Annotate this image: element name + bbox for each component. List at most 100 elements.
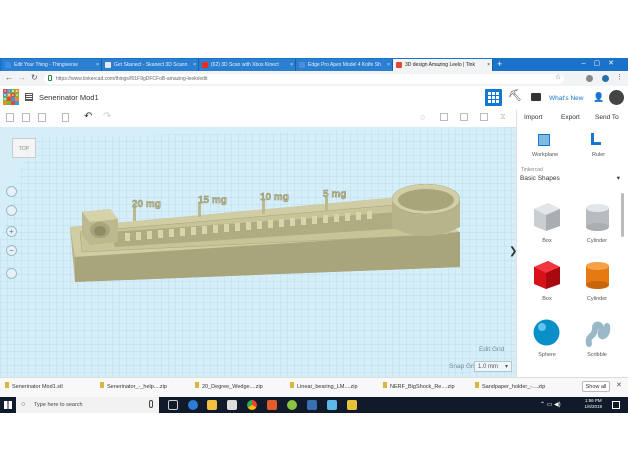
shape-scribble[interactable]	[581, 316, 614, 349]
profile-icon[interactable]	[602, 75, 609, 82]
edge-icon[interactable]	[188, 400, 198, 410]
workplane-tool-label: Workplane	[532, 152, 559, 158]
avatar[interactable]	[609, 90, 624, 105]
lightbulb-icon[interactable]: ○	[420, 112, 425, 122]
shape-box[interactable]	[530, 258, 563, 291]
address-bar[interactable]: https://www.tinkercad.com/things/f01F9gD…	[44, 74, 564, 84]
shape-sphere[interactable]	[530, 316, 563, 349]
new-tab-button[interactable]: +	[497, 58, 502, 70]
reload-icon[interactable]: ↻	[31, 73, 38, 82]
shape-box-hole[interactable]	[530, 200, 563, 233]
taskbar-search-input[interactable]: Type here to search	[16, 397, 159, 413]
design-list-icon[interactable]	[25, 93, 33, 101]
file-icon	[5, 382, 9, 388]
download-filename: Linear_bearing_LM....zip	[297, 384, 358, 390]
copy-icon[interactable]	[6, 113, 14, 122]
download-item[interactable]: Senerinator_-_help....zip	[100, 382, 167, 390]
app-icon[interactable]	[327, 400, 337, 410]
import-button[interactable]: Import	[524, 114, 542, 121]
chevron-down-icon: ▾	[616, 175, 620, 182]
whats-new-link[interactable]: What's New	[549, 95, 583, 102]
app-icon[interactable]	[287, 400, 297, 410]
duplicate-icon[interactable]	[38, 113, 46, 122]
workplane-3d-view: 20 mg 15 mg 10 mg 5 mg	[0, 127, 516, 377]
window-controls[interactable]: –▢✕	[582, 58, 622, 70]
browser-tab-active[interactable]: 3D design Amazing Leelo | Tink ×	[393, 59, 493, 71]
close-icon[interactable]: ×	[487, 59, 490, 71]
edit-grid-button[interactable]: Edit Grid	[479, 346, 504, 353]
browser-tab[interactable]: Get Skanect - Skanect 3D Scann ×	[102, 59, 199, 71]
download-item[interactable]: Sandpaper_holder_-....zip	[475, 382, 545, 390]
download-item[interactable]: Senerinator Mod1.stl	[5, 382, 63, 390]
undo-icon[interactable]: ↶	[84, 111, 92, 122]
home-view-icon[interactable]	[6, 186, 17, 197]
shape-cylinder[interactable]	[581, 258, 614, 291]
add-user-icon[interactable]: 👤	[593, 92, 604, 103]
perspective-icon[interactable]	[6, 268, 17, 279]
chrome-icon[interactable]	[247, 400, 257, 410]
briefcase-icon[interactable]	[531, 93, 541, 101]
download-filename: 20_Degree_Wedge....zip	[202, 384, 263, 390]
close-icon[interactable]: ×	[193, 59, 196, 71]
shape-cylinder-hole[interactable]	[581, 200, 614, 233]
library-category-select[interactable]: Basic Shapes ▾	[520, 173, 622, 185]
delete-icon[interactable]	[62, 113, 69, 122]
zoom-in-icon[interactable]: +	[6, 226, 17, 237]
file-icon	[100, 382, 104, 388]
forward-icon[interactable]: →	[18, 73, 26, 82]
mirror-icon[interactable]: ⧖	[500, 112, 506, 122]
app-icon[interactable]	[347, 400, 357, 410]
app-icon[interactable]	[267, 400, 277, 410]
workplane-canvas[interactable]: 20 mg 15 mg 10 mg 5 mg	[0, 127, 516, 377]
extension-icon[interactable]	[586, 75, 593, 82]
system-tray-icons[interactable]: ⌃ ▭ ◀)	[540, 401, 561, 408]
file-explorer-icon[interactable]	[207, 400, 217, 410]
store-icon[interactable]	[227, 400, 237, 410]
export-button[interactable]: Export	[561, 114, 580, 121]
close-icon[interactable]: ×	[387, 59, 390, 71]
shape-label: Sphere	[538, 352, 556, 358]
panel-scrollbar[interactable]	[621, 193, 624, 237]
design-name[interactable]: Senerinator Mod1	[39, 93, 99, 102]
paste-icon[interactable]	[22, 113, 30, 122]
microphone-icon[interactable]	[149, 400, 153, 408]
browser-tab[interactable]: (62) 3D Scan with Xbox Kinect ×	[199, 59, 296, 71]
close-icon[interactable]: ✕	[616, 381, 622, 389]
tinkercad-logo[interactable]: T I N K E R C A D	[3, 89, 19, 105]
ruler-icon[interactable]	[591, 133, 601, 145]
close-icon[interactable]: ×	[96, 59, 99, 71]
snap-grid-select[interactable]: 1.0 mm ▾	[474, 361, 512, 372]
close-icon[interactable]: ×	[290, 59, 293, 71]
task-view-icon[interactable]	[168, 400, 178, 410]
3d-view-grid-icon[interactable]	[485, 89, 502, 106]
weight-label: 20 mg	[132, 199, 161, 210]
download-item[interactable]: 20_Degree_Wedge....zip	[195, 382, 263, 390]
note-icon[interactable]	[440, 113, 448, 121]
zoom-out-icon[interactable]: −	[6, 245, 17, 256]
notifications-icon[interactable]	[612, 401, 620, 409]
download-item[interactable]: Linear_bearing_LM....zip	[290, 382, 358, 390]
redo-icon[interactable]: ↷	[103, 111, 111, 122]
menu-icon[interactable]: ⋮	[616, 73, 623, 81]
app-icon[interactable]	[307, 400, 317, 410]
download-item[interactable]: NERF_BigShock_Re....zip	[383, 382, 455, 390]
workplane-icon[interactable]	[538, 134, 550, 146]
pickaxe-icon[interactable]: ⛏	[508, 89, 522, 102]
send-to-button[interactable]: Send To	[595, 114, 619, 121]
browser-tab[interactable]: Edit Your Thing - Thingiverse ×	[2, 59, 102, 71]
view-cube[interactable]: TOP	[12, 138, 36, 158]
back-icon[interactable]: ←	[5, 73, 13, 82]
download-filename: Senerinator_-_help....zip	[107, 384, 167, 390]
taskbar-clock[interactable]: 1:56 PM 1/6/2019	[584, 398, 602, 410]
ruler-tool-label: Ruler	[592, 152, 606, 158]
category-value: Basic Shapes	[520, 175, 560, 182]
align-icon[interactable]	[460, 113, 468, 121]
model-left-post	[82, 209, 118, 245]
group-icon[interactable]	[480, 113, 488, 121]
browser-tab[interactable]: Edge Pro Apex Model 4 Knife Sh ×	[296, 59, 393, 71]
windows-start-icon[interactable]	[4, 401, 12, 409]
star-icon[interactable]: ☆	[555, 73, 561, 81]
download-filename: Sandpaper_holder_-....zip	[482, 384, 546, 390]
show-all-button[interactable]: Show all	[582, 381, 610, 392]
fit-view-icon[interactable]	[6, 205, 17, 216]
